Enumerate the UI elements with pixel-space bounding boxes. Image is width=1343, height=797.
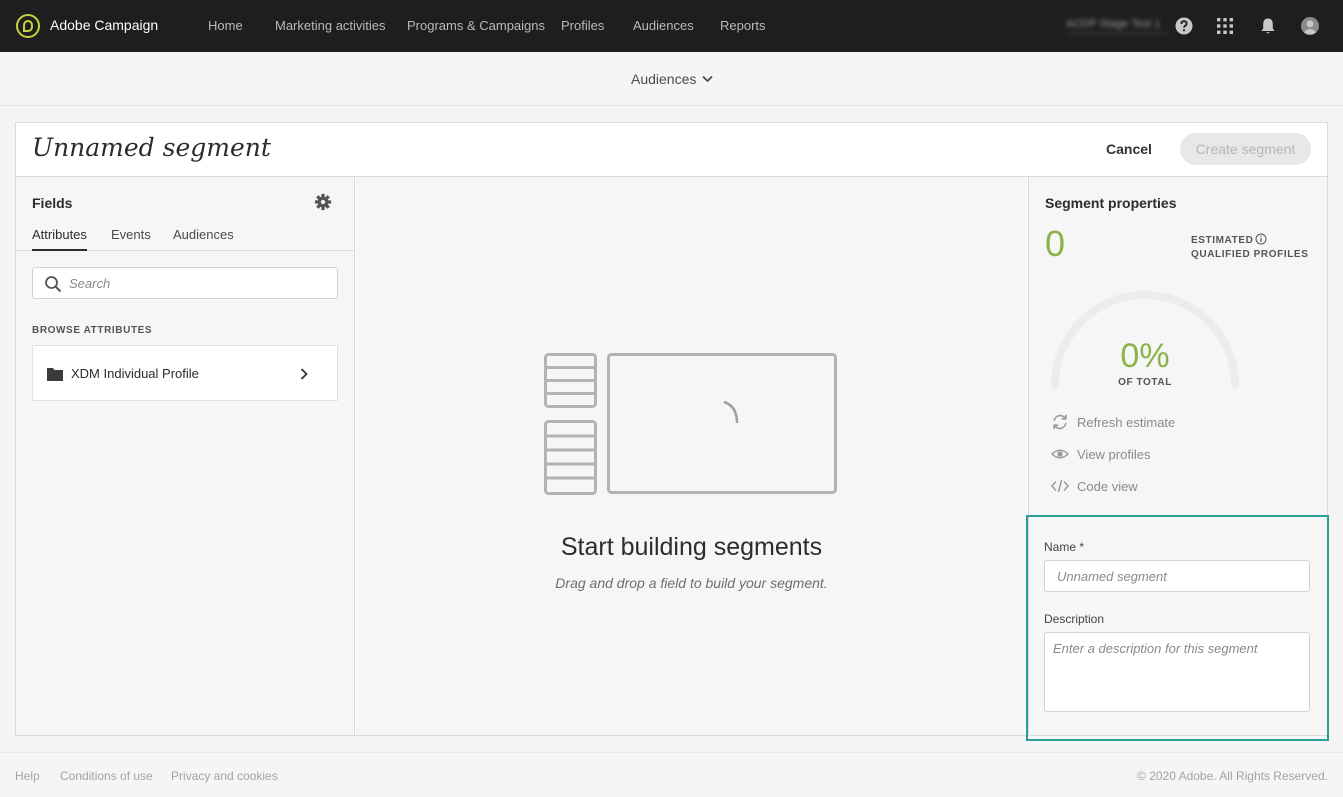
nav-profiles[interactable]: Profiles (561, 18, 604, 33)
org-switcher[interactable]: ACDP Stage Test 1 (1066, 18, 1168, 34)
cancel-button[interactable]: Cancel (1098, 133, 1160, 165)
search-icon (45, 276, 62, 293)
footer-link-help[interactable]: Help (15, 769, 40, 783)
nav-marketing-activities[interactable]: Marketing activities (275, 18, 386, 33)
tab-attributes[interactable]: Attributes (32, 227, 87, 251)
sub-header: Audiences (0, 52, 1343, 106)
help-icon[interactable] (1174, 16, 1194, 36)
brand-name[interactable]: Adobe Campaign (50, 17, 158, 33)
estimated-label: ESTIMATED (1191, 235, 1254, 246)
estimated-qualified-profiles-label: ESTIMATED QUALIFIED PROFILES (1191, 233, 1308, 262)
refresh-estimate-label: Refresh estimate (1077, 414, 1176, 430)
code-view-label: Code view (1077, 478, 1138, 494)
segment-canvas[interactable]: Start building segments Drag and drop a … (356, 177, 1027, 735)
description-label: Description (1044, 612, 1105, 626)
refresh-estimate-button[interactable]: Refresh estimate (1051, 413, 1175, 431)
nav-audiences[interactable]: Audiences (633, 18, 694, 33)
view-profiles-button[interactable]: View profiles (1051, 445, 1150, 463)
name-field[interactable] (1044, 560, 1310, 592)
tab-events[interactable]: Events (111, 227, 151, 251)
browse-attributes-label: BROWSE ATTRIBUTES (32, 325, 153, 336)
fields-tabs: Attributes Events Audiences (16, 225, 355, 251)
avatar-icon[interactable] (1300, 16, 1320, 36)
bell-icon[interactable] (1258, 16, 1278, 36)
chevron-right-icon (300, 368, 308, 380)
adobe-campaign-logo[interactable] (16, 14, 40, 38)
empty-state-subtitle: Drag and drop a field to build your segm… (555, 575, 828, 591)
apps-grid-icon[interactable] (1215, 16, 1235, 36)
of-total-label: OF TOTAL (1118, 377, 1172, 388)
nav-programs-campaigns[interactable]: Programs & Campaigns (407, 18, 545, 33)
info-icon[interactable] (1255, 233, 1267, 245)
qualified-profiles-label: QUALIFIED PROFILES (1191, 249, 1309, 260)
list-item-xdm-individual-profile[interactable]: XDM Individual Profile (32, 345, 338, 401)
estimated-profiles-count: 0 (1045, 223, 1066, 264)
audiences-dropdown-label: Audiences (631, 71, 697, 87)
nav-reports[interactable]: Reports (720, 18, 766, 33)
empty-state-title: Start building segments (560, 533, 823, 561)
description-field[interactable] (1044, 632, 1310, 712)
segment-builder-card: Unnamed segment Cancel Create segment Fi… (15, 122, 1329, 741)
fields-panel: Fields Attributes Events Audiences Searc… (16, 177, 355, 735)
chevron-down-icon (702, 75, 714, 83)
view-profiles-label: View profiles (1077, 446, 1151, 462)
empty-canvas-illustration-icon (544, 353, 837, 495)
code-icon (1051, 479, 1069, 493)
footer-link-conditions[interactable]: Conditions of use (60, 769, 153, 783)
copyright-text: © 2020 Adobe. All Rights Reserved. (1137, 769, 1328, 783)
percent-of-total: 0% (1120, 337, 1170, 375)
list-item-label: XDM Individual Profile (71, 366, 199, 381)
segment-details-form: Name * Description (1026, 515, 1329, 741)
top-navigation-bar: Adobe Campaign Home Marketing activities… (0, 0, 1343, 52)
fields-title: Fields (32, 195, 73, 211)
segment-header: Unnamed segment Cancel Create segment (16, 123, 1327, 177)
segment-properties-panel: Segment properties 0 ESTIMATED QUALIFIED… (1026, 177, 1329, 741)
search-input[interactable] (69, 272, 329, 294)
create-segment-button[interactable]: Create segment (1180, 133, 1311, 165)
segment-title: Unnamed segment (32, 133, 271, 162)
footer-link-privacy[interactable]: Privacy and cookies (171, 769, 278, 783)
fields-search (32, 267, 338, 299)
gear-icon[interactable] (314, 193, 332, 211)
eye-icon (1051, 449, 1069, 459)
nav-home[interactable]: Home (208, 18, 243, 33)
code-view-button[interactable]: Code view (1051, 477, 1138, 495)
footer: Help Conditions of use Privacy and cooki… (0, 752, 1343, 797)
segment-properties-title: Segment properties (1045, 195, 1177, 211)
refresh-icon (1053, 414, 1067, 430)
tab-audiences[interactable]: Audiences (173, 227, 234, 251)
name-label: Name * (1044, 540, 1085, 554)
audiences-dropdown[interactable]: Audiences (631, 71, 714, 87)
folder-icon (47, 368, 63, 381)
